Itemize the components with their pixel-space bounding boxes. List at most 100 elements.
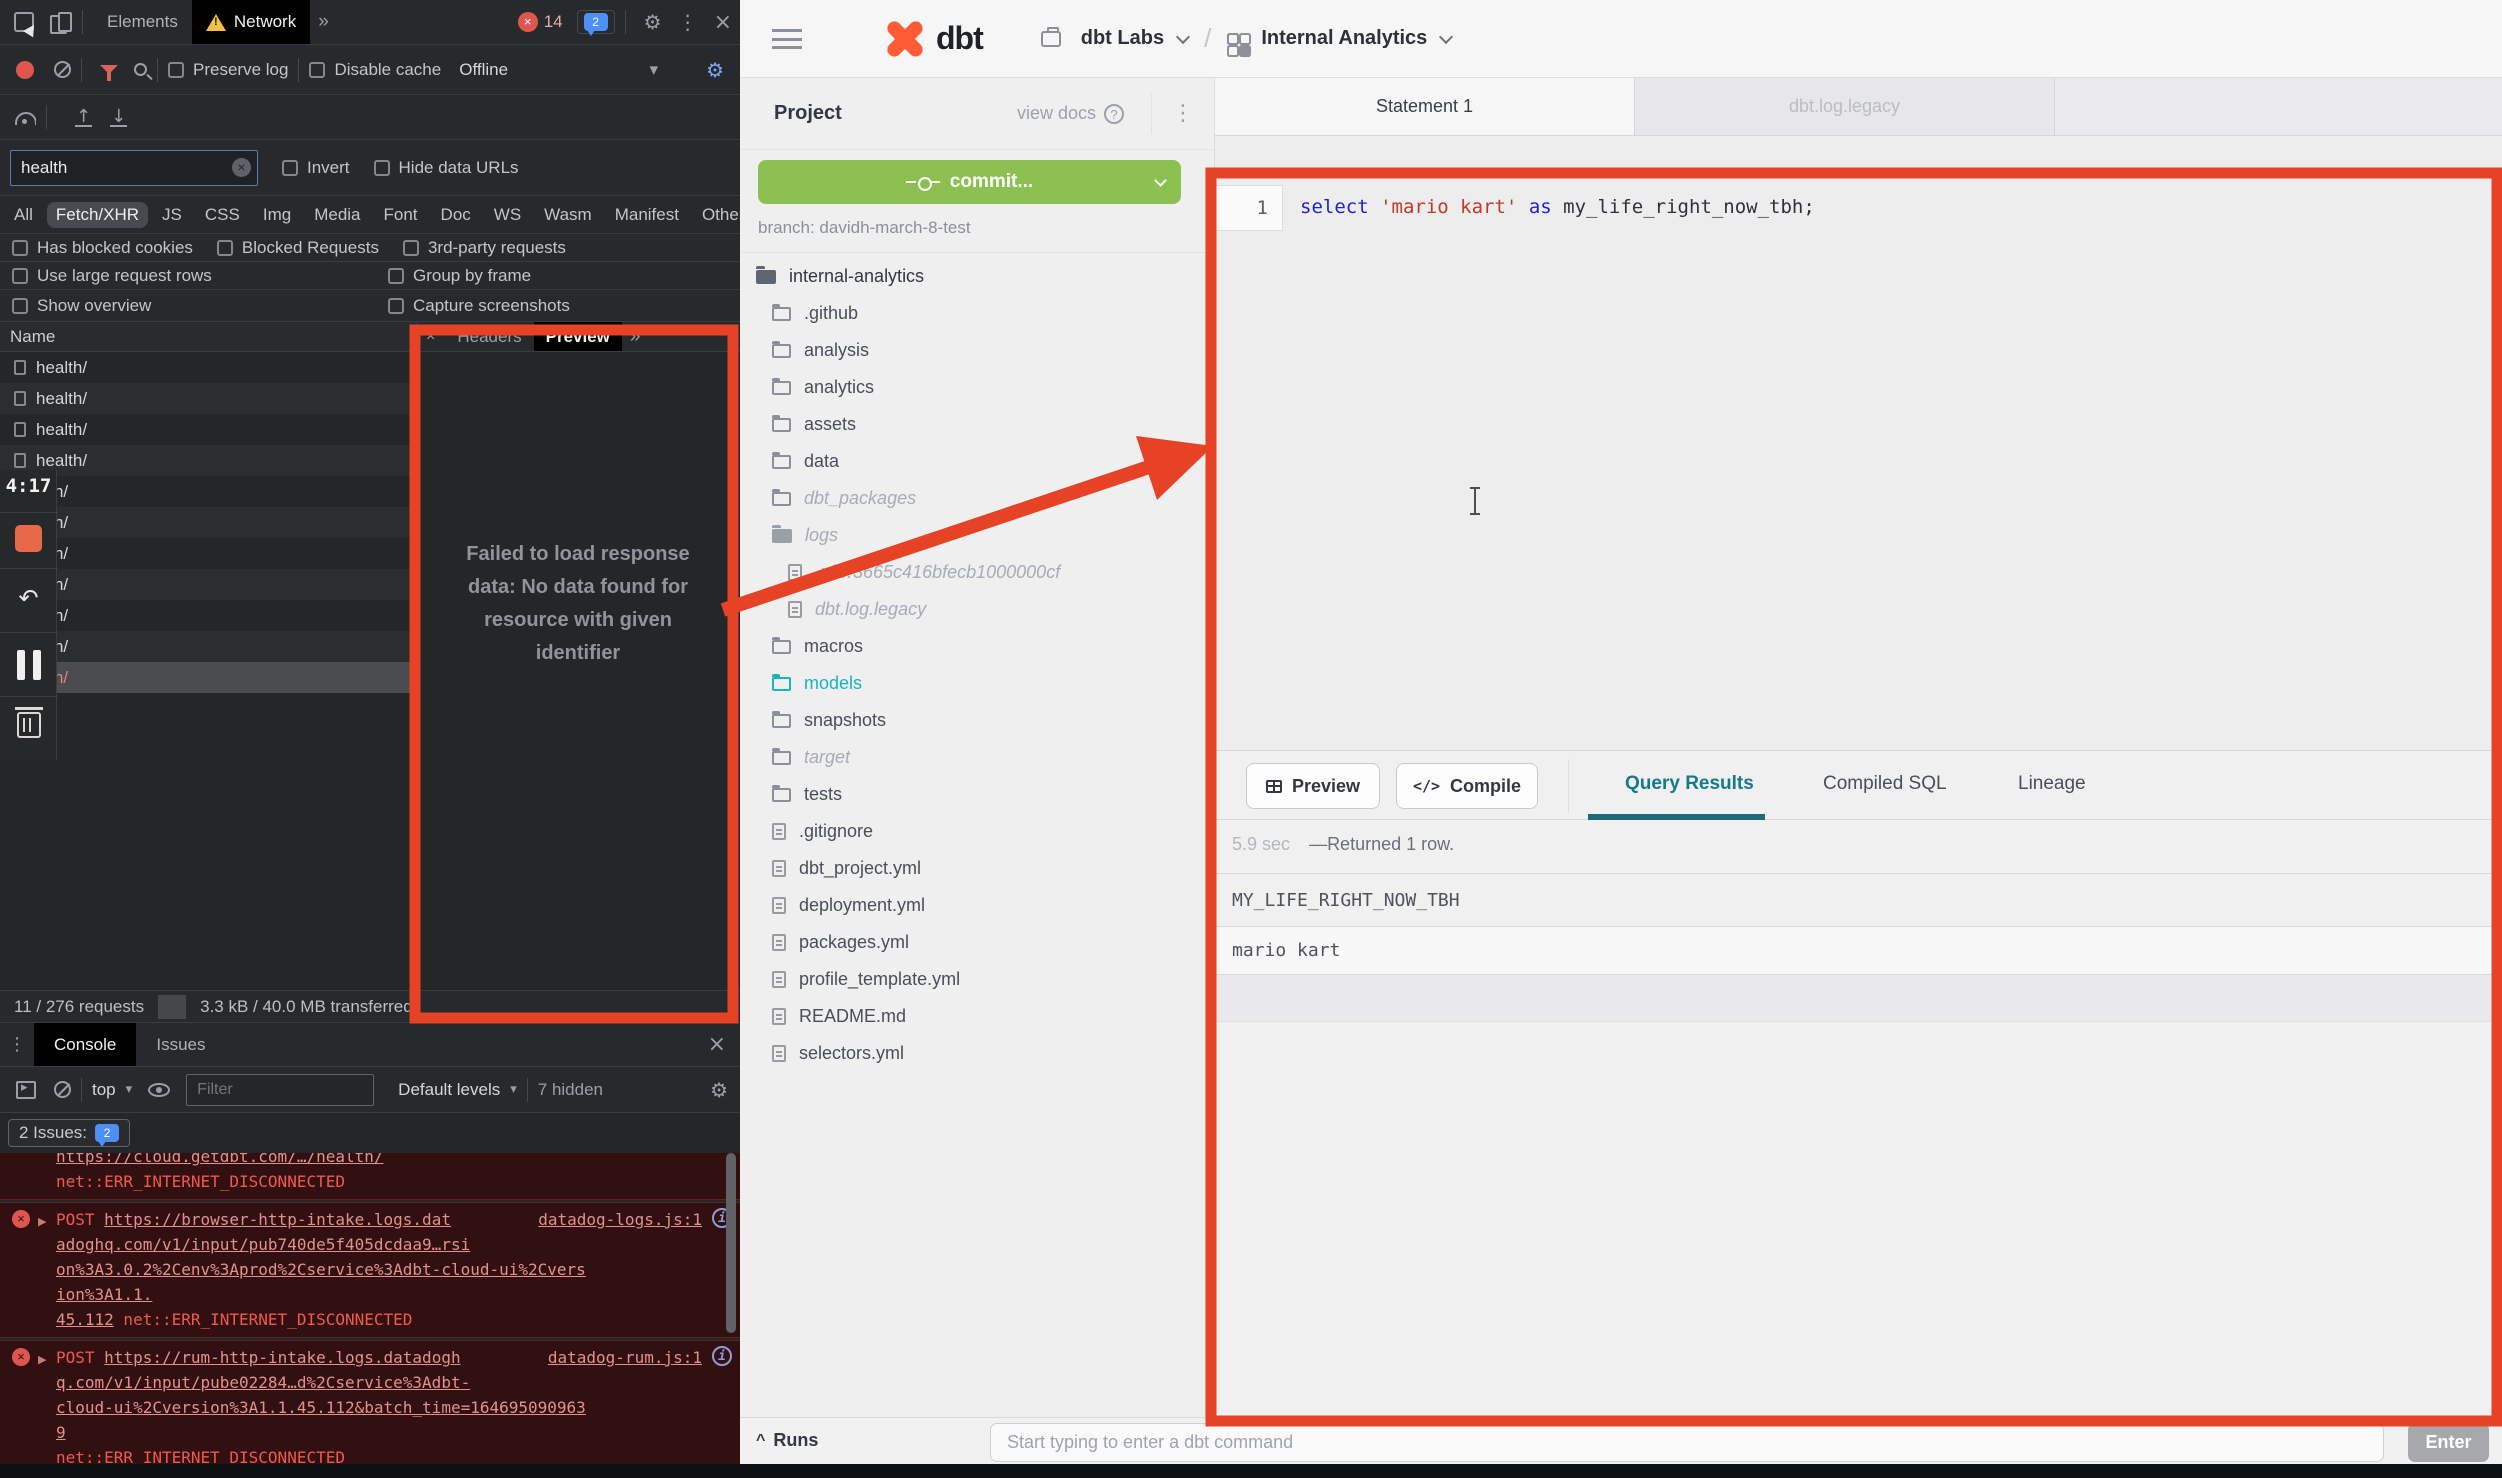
type-filter[interactable]: Fetch/XHR [47,202,148,228]
close-detail-icon[interactable]: × [418,328,445,346]
enter-button[interactable]: Enter [2408,1423,2489,1462]
error-url-link[interactable]: adoghq.com/v1/input/pub740de5f405dcdaa9…… [56,1235,470,1254]
type-filter[interactable]: Doc [432,202,480,228]
type-filter[interactable]: JS [153,202,191,228]
file-tree-item[interactable]: assets [740,406,1215,443]
network-conditions-icon[interactable] [14,110,36,125]
hamburger-menu-icon[interactable] [772,29,802,49]
file-tree-item[interactable]: dbt.log.legacy [740,591,1215,628]
import-har-icon[interactable]: ↑ [75,108,92,127]
error-url-link[interactable]: https://rum-http-intake.logs.datadogh [104,1348,460,1367]
log-levels-dropdown[interactable]: Default levels▾ [398,1080,517,1100]
console-kebab-icon[interactable]: ⋮ [0,1034,34,1055]
error-source-link[interactable]: datadog-logs.js:1 [538,1207,702,1232]
network-option-checkbox[interactable]: Capture screenshots [388,296,740,316]
preview-button[interactable]: Preview [1246,763,1380,809]
runs-toggle[interactable]: ^ Runs [756,1430,818,1451]
file-tree-item[interactable]: dbt_packages [740,480,1215,517]
network-filter-input[interactable] [10,150,258,186]
error-url-link[interactable]: q.com/v1/input/pube02284…d%2Cservice%3Ad… [56,1373,470,1392]
console-settings-gear-icon[interactable]: ⚙ [702,1078,736,1102]
network-option-checkbox[interactable]: 3rd-party requests [403,238,566,258]
file-tree-item[interactable]: data [740,443,1215,480]
more-tabs-icon[interactable]: » [310,11,337,33]
error-url-link[interactable]: cloud-ui%2Cversion%3A1.1.45.112&batch_ti… [56,1398,586,1442]
request-row[interactable]: alth/ [0,631,417,662]
record-icon[interactable] [16,61,34,79]
tab-dbt-log-legacy[interactable]: dbt.log.legacy [1635,78,2055,135]
throttling-dropdown-arrow[interactable]: ▾ [650,60,659,80]
tab-lineage[interactable]: Lineage [2018,773,2086,795]
undo-icon[interactable]: ↶ [0,584,57,612]
tab-statement-1[interactable]: Statement 1 [1215,78,1635,135]
request-row[interactable]: health/ [0,352,417,383]
request-row[interactable]: alth/ [0,600,417,631]
tab-elements[interactable]: Elements [93,0,192,44]
file-tree-item[interactable]: analytics [740,369,1215,406]
network-conditions-gear-icon[interactable]: ⚙ [698,58,732,82]
expand-triangle-icon[interactable]: ▶ [38,1209,46,1234]
console-sidebar-icon[interactable] [16,1081,36,1099]
expand-triangle-icon[interactable]: ▶ [38,1347,46,1372]
request-row[interactable]: alth/ [0,569,417,600]
type-filter[interactable]: Wasm [535,202,601,228]
tab-query-results[interactable]: Query Results [1625,773,1754,795]
file-tree-item[interactable]: README.md [740,998,1215,1035]
tab-console[interactable]: Console [34,1023,136,1066]
request-row[interactable]: health/ [0,383,417,414]
compile-button[interactable]: </> Compile [1396,763,1538,809]
file-tree-item[interactable]: internal-analytics [740,258,1215,295]
preserve-log-checkbox[interactable]: Preserve log [168,60,288,80]
request-row[interactable]: alth/ [0,507,417,538]
pause-recording-button[interactable] [17,650,41,680]
close-devtools-icon[interactable]: × [706,10,740,35]
commit-button[interactable]: commit... [758,160,1181,204]
error-url-link[interactable]: 45.112 [56,1310,114,1329]
error-url-link[interactable]: on%3A3.0.2%2Cenv%3Aprod%2Cservice%3Adbt-… [56,1260,586,1304]
invert-checkbox[interactable]: Invert [282,158,350,178]
clear-icon[interactable] [54,61,71,78]
export-har-icon[interactable]: ↓ [110,108,127,127]
console-filter-input[interactable] [186,1074,374,1106]
type-filter[interactable]: All [5,202,42,228]
network-option-checkbox[interactable]: Use large request rows [12,266,388,286]
file-tree-item[interactable]: .gitignore [740,813,1215,850]
request-row[interactable]: alth/ [0,476,417,507]
file-tree-item[interactable]: .github [740,295,1215,332]
account-switcher[interactable]: dbt Labs [1041,27,1188,50]
clear-console-icon[interactable] [54,1081,71,1098]
error-url-link[interactable]: https://cloud.getdbt.com/…/health/ [56,1153,384,1166]
tab-headers[interactable]: Headers [445,322,533,351]
close-console-icon[interactable]: × [700,1032,734,1057]
search-icon[interactable] [134,63,147,76]
file-tree-item[interactable]: dbt_project.yml [740,850,1215,887]
inspect-element-icon[interactable] [14,12,34,32]
code-editor[interactable]: 1 select 'mario kart' as my_life_right_n… [1215,136,2502,750]
project-kebab-icon[interactable]: ⋮ [1151,93,1194,134]
disable-cache-checkbox[interactable]: Disable cache [309,60,441,80]
file-tree-item[interactable]: profile_template.yml [740,961,1215,998]
settings-gear-icon[interactable]: ⚙ [636,10,670,34]
file-tree-item[interactable]: .nf…3665c416bfecb1000000cf [740,554,1215,591]
device-toolbar-icon[interactable] [50,12,72,32]
tab-preview[interactable]: Preview [534,322,622,351]
error-source-link[interactable]: datadog-rum.js:1 [548,1345,702,1370]
stop-recording-button[interactable] [15,525,42,552]
request-row[interactable]: alth/ [0,662,417,693]
delete-recording-icon[interactable] [17,712,41,738]
tab-issues[interactable]: Issues [136,1023,225,1066]
more-detail-tabs-icon[interactable]: » [622,326,649,348]
request-row[interactable]: health/ [0,445,417,476]
issues-summary-chip[interactable]: 2 Issues: 2 [8,1119,130,1147]
file-tree-item[interactable]: selectors.yml [740,1035,1215,1072]
tab-network[interactable]: Network [192,0,310,44]
type-filter[interactable]: Font [375,202,427,228]
filter-funnel-icon[interactable] [100,65,118,74]
console-scrollbar-thumb[interactable] [726,1153,736,1333]
request-row[interactable]: health/ [0,414,417,445]
clear-filter-icon[interactable]: × [232,158,251,177]
view-docs-link[interactable]: view docs ? [1017,103,1124,124]
tab-compiled-sql[interactable]: Compiled SQL [1823,773,1947,795]
project-switcher[interactable]: Internal Analytics [1227,27,1451,50]
file-tree-item[interactable]: macros [740,628,1215,665]
